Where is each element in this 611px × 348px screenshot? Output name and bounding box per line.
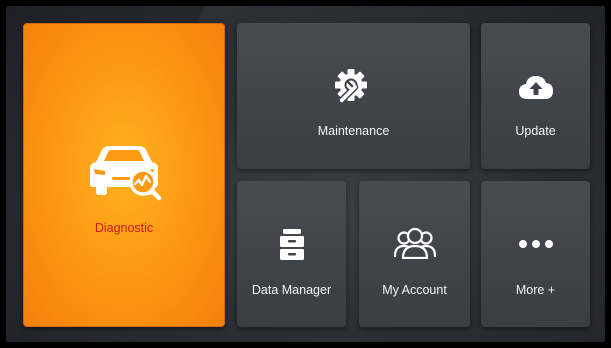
more-tile[interactable]: More + — [481, 181, 590, 327]
ellipsis-icon — [518, 236, 554, 254]
maintenance-tile[interactable]: Maintenance — [237, 23, 470, 169]
home-panel: Diagnostic Maintenance Update Data Manag… — [6, 6, 605, 342]
update-tile[interactable]: Update — [481, 23, 590, 169]
users-icon — [393, 227, 436, 264]
my-account-label: My Account — [382, 283, 447, 297]
file-cabinet-icon — [279, 229, 304, 266]
cloud-upload-icon — [518, 74, 554, 105]
data-manager-tile[interactable]: Data Manager — [237, 181, 346, 327]
update-label: Update — [515, 124, 556, 138]
maintenance-label: Maintenance — [317, 124, 390, 138]
screen: Diagnostic Maintenance Update Data Manag… — [0, 0, 611, 348]
data-manager-label: Data Manager — [251, 283, 332, 297]
gear-wrench-icon — [334, 68, 374, 113]
diagnostic-label: Diagnostic — [94, 221, 154, 235]
more-label: More + — [515, 283, 556, 297]
diagnostic-tile[interactable]: Diagnostic — [23, 23, 225, 327]
car-diagnostic-icon — [86, 142, 162, 209]
my-account-tile[interactable]: My Account — [359, 181, 470, 327]
